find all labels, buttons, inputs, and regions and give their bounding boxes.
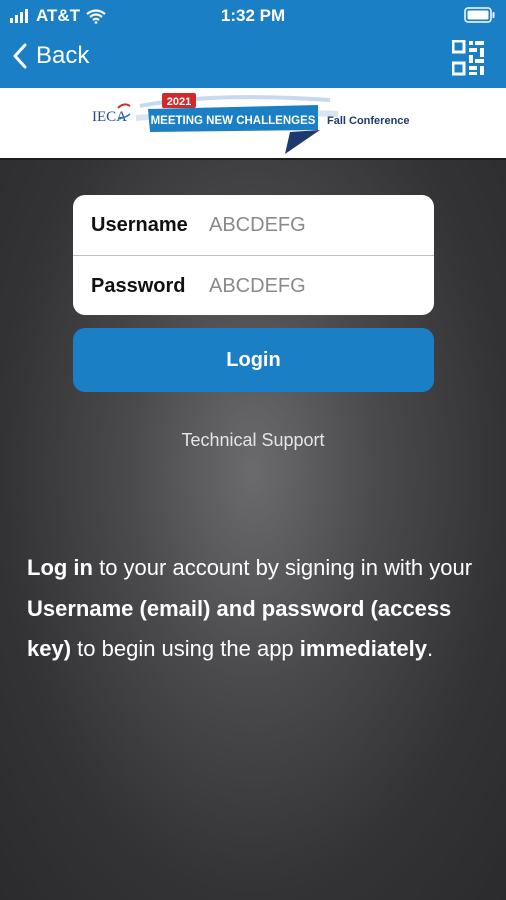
banner-headline: MEETING NEW CHALLENGES [151, 115, 316, 127]
instructions-bold-login: Log in [27, 555, 93, 580]
chevron-left-icon [13, 43, 27, 69]
qr-code-icon[interactable] [452, 40, 486, 76]
conference-banner: IECA 2021 MEETING NEW CHALLENGES Fall Co… [0, 88, 506, 160]
back-button[interactable]: Back [12, 42, 89, 70]
login-button[interactable]: Login [73, 328, 434, 392]
status-bar: AT&T 1:32 PM [0, 0, 506, 30]
password-label: Password [91, 274, 186, 297]
instructions-text-3: . [426, 636, 434, 661]
back-label: Back [36, 42, 90, 69]
status-time: 1:32 PM [220, 6, 286, 25]
login-screen: Username ABCDEFG Password ABCDEFG Login … [0, 160, 506, 900]
technical-support-link[interactable]: Technical Support [0, 430, 506, 451]
org-logo-text: IECA [92, 109, 127, 125]
instructions-text-2: to begin using the app [71, 636, 300, 661]
password-row: Password ABCDEFG [73, 255, 434, 315]
username-field[interactable]: ABCDEFG [209, 214, 306, 237]
instructions-text-1: to your account by signing in with your [92, 555, 473, 580]
login-form: Username ABCDEFG Password ABCDEFG [73, 195, 434, 315]
username-row: Username ABCDEFG [73, 195, 434, 255]
battery-icon [464, 7, 496, 28]
banner-year: 2021 [167, 96, 191, 108]
banner-subtitle: Fall Conference [327, 115, 410, 127]
login-instructions: Log in to your account by signing in wit… [27, 548, 487, 670]
username-label: Username [91, 213, 188, 236]
nav-bar: Back [0, 30, 506, 88]
instructions-bold-immediately: immediately [299, 636, 427, 661]
password-field[interactable]: ABCDEFG [209, 275, 306, 298]
conference-logo: IECA 2021 MEETING NEW CHALLENGES Fall Co… [92, 93, 410, 154]
